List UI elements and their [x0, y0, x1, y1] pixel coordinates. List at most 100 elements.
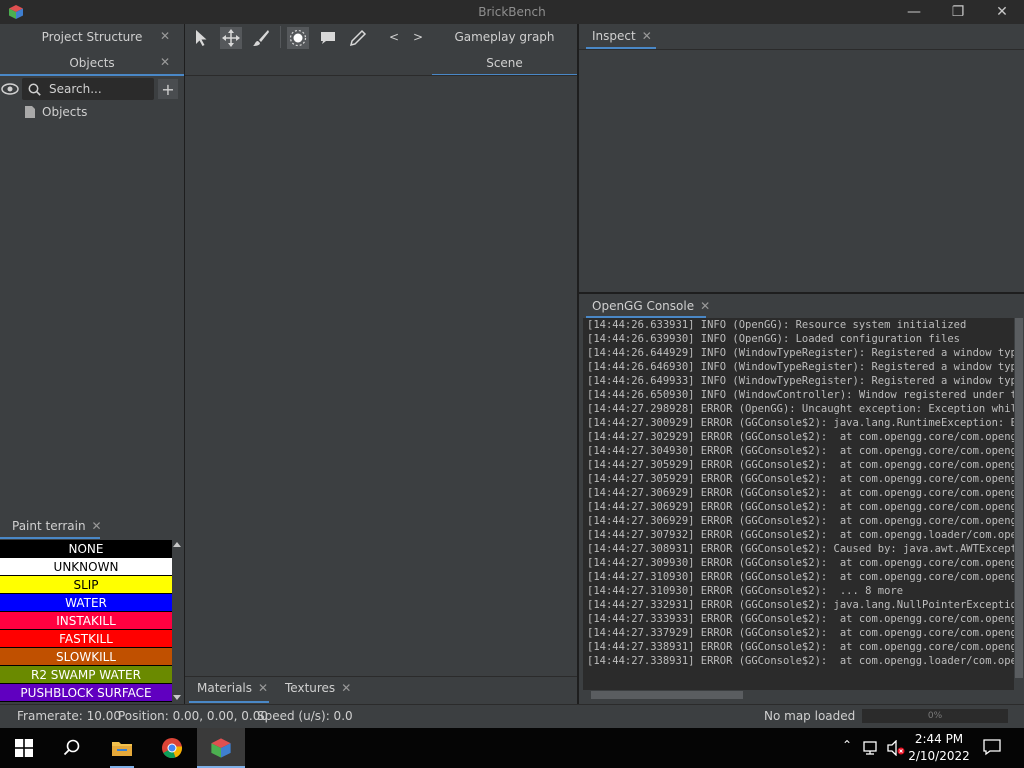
terrain-item[interactable]: INSTAKILL [0, 612, 172, 630]
tab-scene[interactable]: Scene [432, 50, 577, 76]
close-tab-icon[interactable]: ✕ [258, 681, 268, 695]
position-label: Position: 0.00, 0.00, 0.00 [118, 709, 268, 723]
tree-item-label: Objects [42, 105, 88, 119]
terrain-item[interactable]: PUSHBLOCK SURFACE [0, 684, 172, 702]
brickbench-icon [211, 738, 231, 758]
show-hidden-icons-button[interactable]: ⌃ [838, 738, 856, 758]
console-line: [14:44:27.332931] ERROR (GGConsole$2): j… [587, 599, 1015, 611]
comment-tool-button[interactable] [317, 27, 339, 49]
scroll-down-icon[interactable] [173, 695, 181, 700]
console-line: [14:44:26.633931] INFO (OpenGG): Resourc… [587, 319, 967, 331]
search-icon [28, 83, 41, 96]
toolbar-divider [280, 26, 281, 48]
notification-icon [983, 739, 1001, 756]
file-explorer-button[interactable] [98, 728, 146, 768]
console-line: [14:44:27.310930] ERROR (GGConsole$2): .… [587, 585, 904, 597]
window-title: BrickBench [478, 5, 546, 19]
terrain-item[interactable]: WATER [0, 594, 172, 612]
nav-next-button[interactable]: > [413, 30, 423, 44]
tree-item-objects[interactable]: Objects [24, 105, 87, 119]
system-clock[interactable]: 2:44 PM 2/10/2022 [900, 731, 978, 765]
close-tab-icon[interactable]: ✕ [160, 55, 170, 69]
restore-button[interactable]: ❐ [936, 0, 980, 24]
framerate-label: Framerate: 10.00 [17, 709, 121, 723]
clock-date: 2/10/2022 [908, 749, 970, 763]
brickbench-taskbar-button[interactable] [197, 728, 245, 768]
move-tool-button[interactable] [220, 27, 242, 49]
taskbar-search-button[interactable] [48, 728, 96, 768]
terrain-item[interactable]: FASTKILL [0, 630, 172, 648]
terrain-item[interactable]: SLIP [0, 576, 172, 594]
console-line: [14:44:27.300929] ERROR (GGConsole$2): j… [587, 417, 1015, 429]
tab-project-structure[interactable]: Project Structure [0, 24, 184, 50]
speed-label: Speed (u/s): 0.0 [257, 709, 353, 723]
scroll-up-icon[interactable] [173, 542, 181, 547]
terrain-scrollbar[interactable] [172, 540, 182, 702]
tab-inspect[interactable]: Inspect ✕ [592, 29, 652, 43]
tab-label: Project Structure [41, 30, 143, 44]
select-tool-button[interactable] [190, 27, 212, 49]
add-object-button[interactable]: + [158, 79, 178, 99]
windows-logo-icon [15, 739, 33, 757]
console-line: [14:44:26.646930] INFO (WindowTypeRegist… [587, 361, 1015, 373]
chevron-up-icon: ⌃ [841, 738, 853, 752]
close-window-button[interactable]: ✕ [980, 0, 1024, 24]
eye-icon [1, 83, 19, 95]
console-horizontal-scrollbar[interactable] [583, 690, 1015, 700]
console-line: [14:44:27.308931] ERROR (GGConsole$2): C… [587, 543, 1015, 555]
search-input[interactable]: Search... [22, 78, 154, 100]
console-line: [14:44:26.649933] INFO (WindowTypeRegist… [587, 375, 1015, 387]
tab-label: Materials [197, 681, 253, 695]
tab-separator [579, 49, 1024, 50]
scene-panel [185, 24, 577, 704]
active-tab-indicator [0, 74, 184, 76]
active-tab-indicator [189, 701, 269, 703]
scrollbar-thumb[interactable] [1015, 318, 1023, 678]
minimize-button[interactable]: — [892, 0, 936, 24]
tab-label: Gameplay graph [454, 30, 555, 44]
chrome-icon [162, 738, 183, 759]
notifications-button[interactable] [982, 738, 1002, 759]
edit-tool-button[interactable] [347, 27, 369, 49]
plus-icon: + [161, 79, 175, 99]
terrain-list: NONE UNKNOWN SLIP WATER INSTAKILL FASTKILL SLO… [0, 540, 172, 702]
close-tab-icon[interactable]: ✕ [341, 681, 351, 695]
terrain-item[interactable]: R2 SWAMP WATER [0, 666, 172, 684]
minimize-icon: — [907, 4, 921, 20]
toolbar-separator [185, 75, 577, 76]
network-icon[interactable] [862, 740, 880, 759]
loading-progress-bar: 0% [862, 709, 1008, 723]
tab-gameplay-graph[interactable]: Gameplay graph [432, 24, 577, 50]
terrain-item[interactable]: SLOWKILL [0, 648, 172, 666]
tab-textures[interactable]: Textures ✕ [285, 681, 351, 695]
close-tab-icon[interactable]: ✕ [160, 29, 170, 43]
tab-label: Inspect [592, 29, 636, 43]
folder-icon [112, 742, 132, 756]
console-line: [14:44:27.306929] ERROR (GGConsole$2): a… [587, 501, 1015, 513]
inspect-panel [579, 24, 1024, 292]
visibility-toggle[interactable] [0, 80, 20, 98]
start-button[interactable] [0, 728, 48, 768]
tab-materials[interactable]: Materials ✕ [197, 681, 268, 695]
console-vertical-scrollbar[interactable] [1014, 318, 1024, 690]
tab-label: Objects [69, 56, 115, 70]
console-line: [14:44:27.306929] ERROR (GGConsole$2): a… [587, 487, 1015, 499]
tab-paint-terrain[interactable]: Paint terrain ✕ [12, 519, 102, 533]
console-line: [14:44:27.337929] ERROR (GGConsole$2): a… [587, 627, 1015, 639]
chrome-button[interactable] [148, 728, 196, 768]
paint-tool-button[interactable] [250, 27, 272, 49]
console-line: [14:44:27.338931] ERROR (GGConsole$2): a… [587, 641, 1015, 653]
terrain-item[interactable]: NONE [0, 540, 172, 558]
tab-objects[interactable]: Objects [0, 50, 184, 76]
nav-prev-button[interactable]: < [389, 30, 399, 44]
close-tab-icon[interactable]: ✕ [642, 29, 652, 43]
close-tab-icon[interactable]: ✕ [92, 519, 102, 533]
terrain-item[interactable]: UNKNOWN [0, 558, 172, 576]
scrollbar-thumb[interactable] [591, 691, 743, 699]
close-tab-icon[interactable]: ✕ [700, 299, 710, 313]
tab-opengg-console[interactable]: OpenGG Console ✕ [592, 299, 710, 313]
console-line: [14:44:27.309930] ERROR (GGConsole$2): a… [587, 557, 1015, 569]
console-output[interactable]: [14:44:26.633931] INFO (OpenGG): Resourc… [583, 318, 1015, 690]
sun-icon [289, 29, 307, 47]
light-tool-button[interactable] [287, 27, 309, 49]
